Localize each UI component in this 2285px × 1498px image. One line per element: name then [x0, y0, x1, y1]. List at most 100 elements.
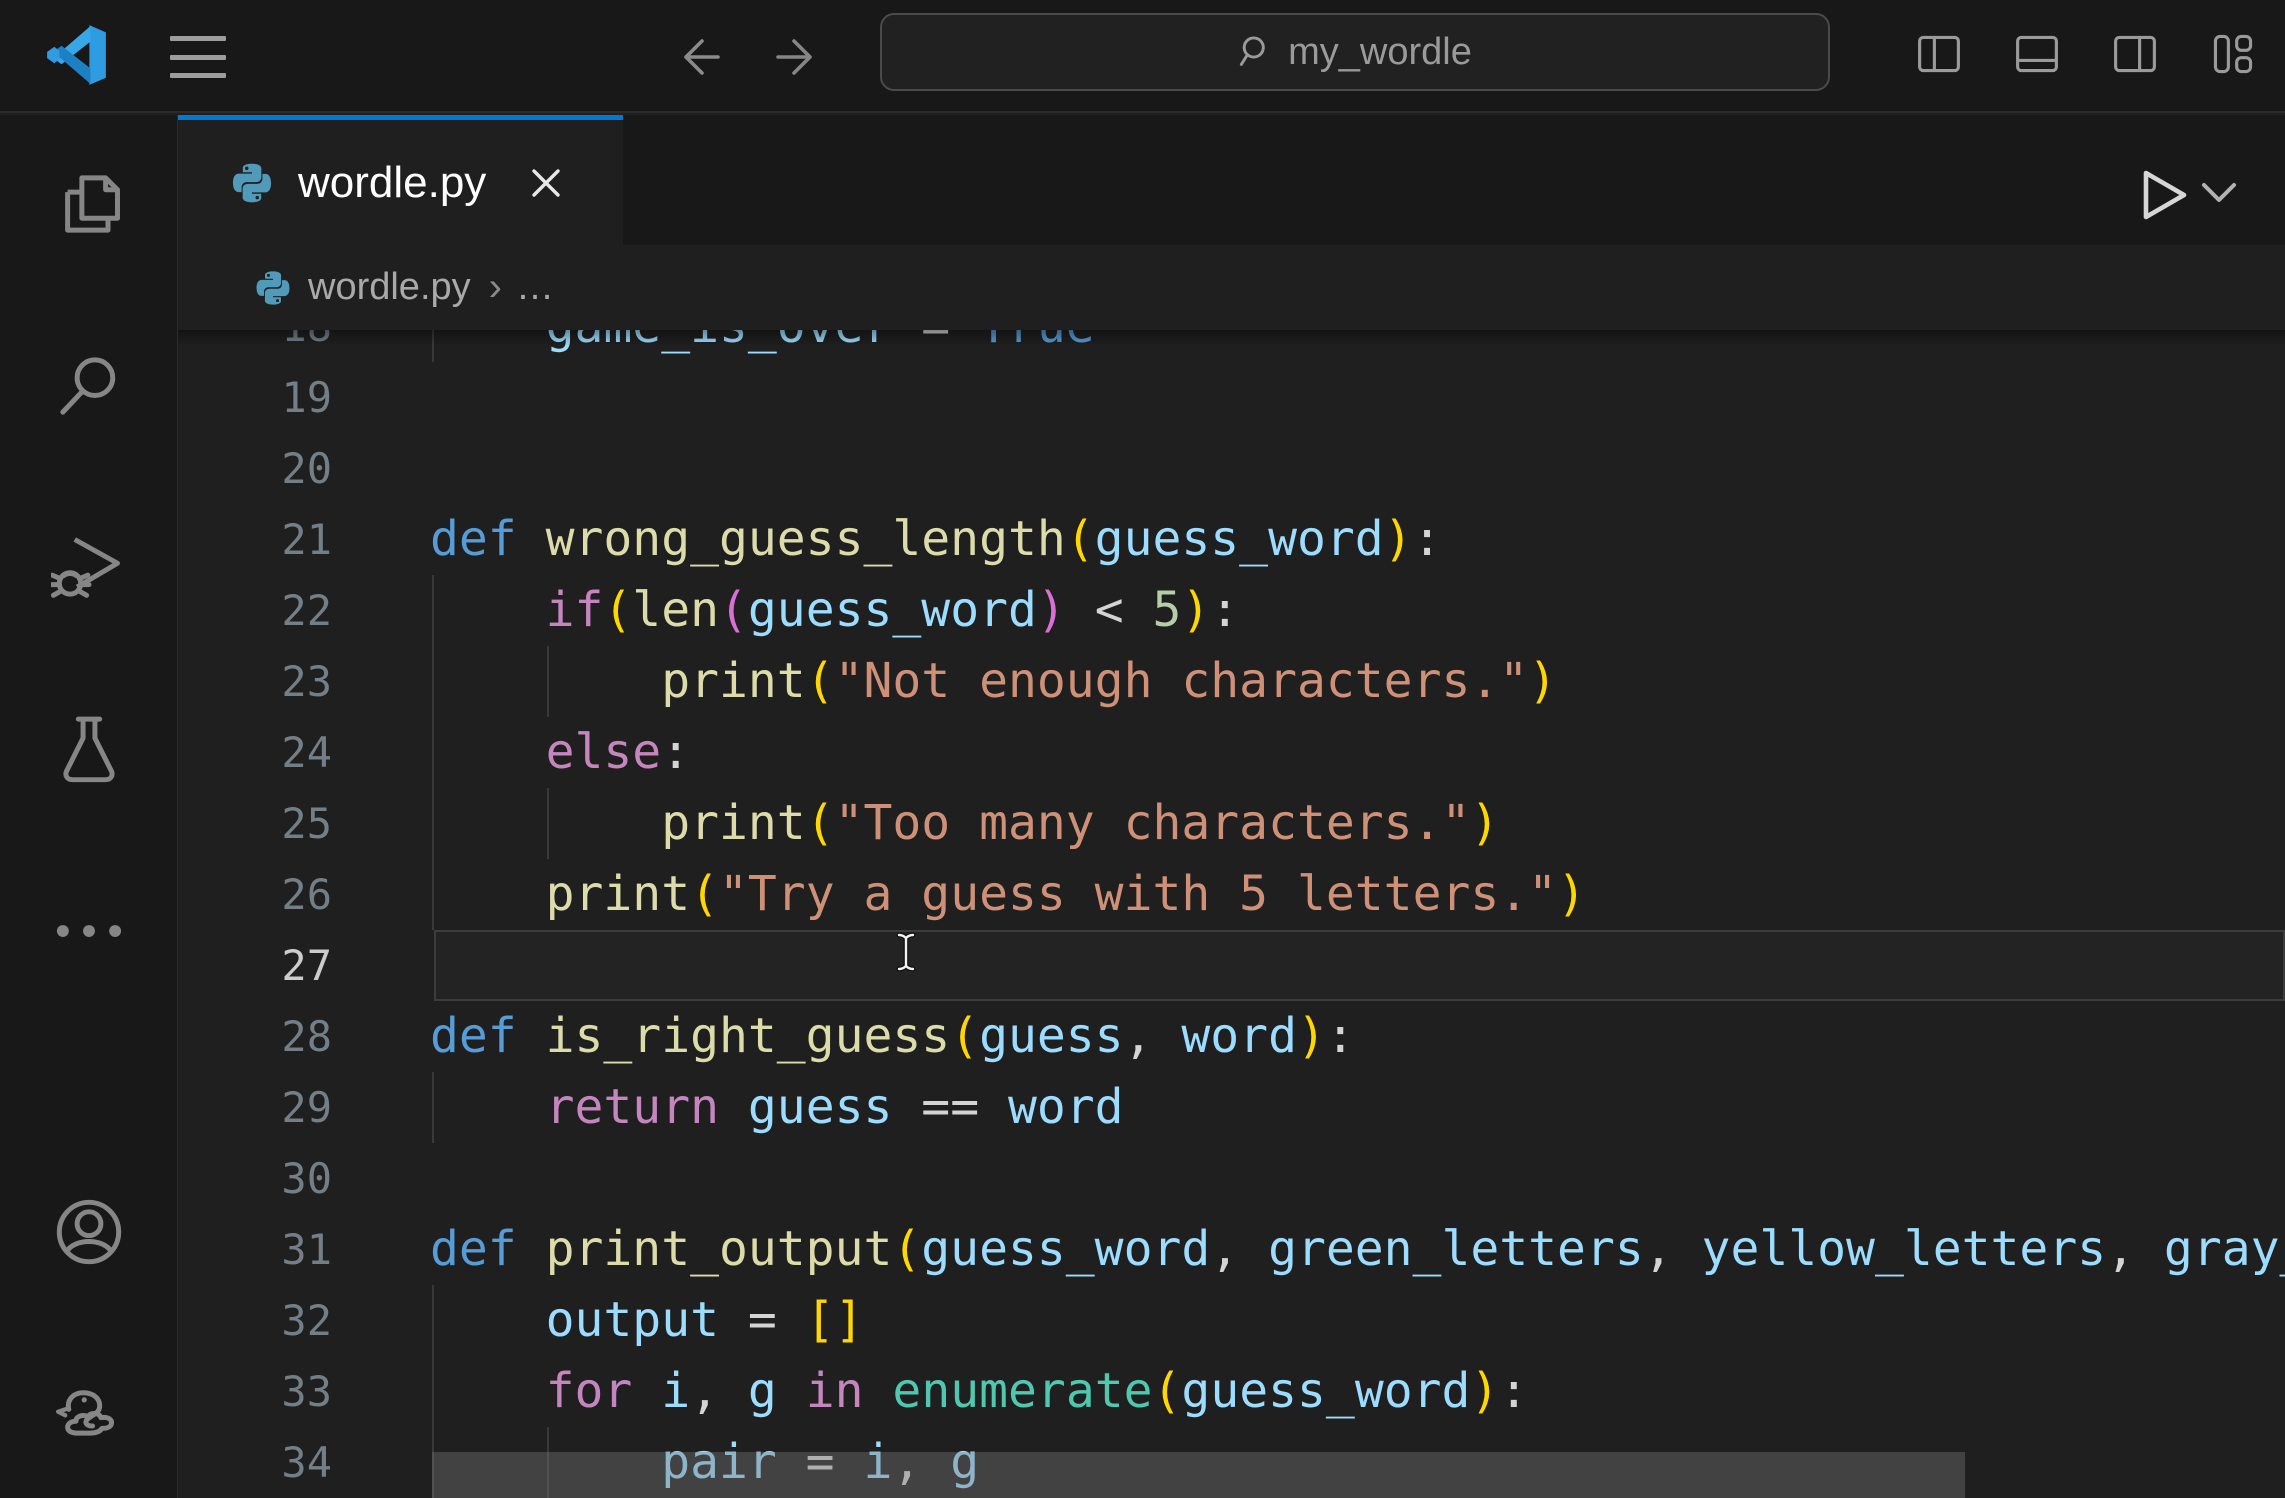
code-line[interactable]: def wrong_guess_length(guess_word):	[430, 504, 1441, 575]
python-file-icon	[230, 161, 274, 205]
toggle-secondary-sidebar-icon[interactable]	[2111, 30, 2159, 78]
token-op: =	[892, 330, 979, 354]
token-fn: print	[661, 795, 806, 851]
token-var: output	[546, 1292, 719, 1348]
line-number: 18	[178, 330, 332, 362]
token-plain	[719, 1079, 748, 1135]
search-icon[interactable]	[51, 348, 127, 424]
line-number: 19	[178, 362, 332, 433]
command-center-search[interactable]: my_wordle	[880, 13, 1830, 91]
close-tab-icon[interactable]	[526, 163, 566, 203]
editor-group: wordle.py wordle.py	[178, 115, 2285, 1498]
token-fn: print_output	[546, 1221, 893, 1277]
token-plain	[632, 1363, 661, 1419]
horizontal-scrollbar-thumb[interactable]	[432, 1452, 1965, 1498]
tab-wordle-py[interactable]: wordle.py	[178, 115, 623, 245]
toggle-sidebar-icon[interactable]	[1915, 30, 1963, 78]
token-var: guess	[979, 1008, 1124, 1064]
token-plain	[777, 1363, 806, 1419]
testing-icon[interactable]	[51, 712, 127, 788]
token-op: <	[1066, 582, 1153, 638]
code-line[interactable]: print("Too many characters.")	[430, 788, 1499, 859]
token-str: "Try a guess with 5 letters."	[719, 866, 1557, 922]
breadcrumb-symbol-more[interactable]: …	[516, 266, 558, 309]
token-op: ,	[1644, 1221, 1702, 1277]
token-op: :	[661, 724, 690, 780]
token-op: =	[719, 1292, 806, 1348]
token-b1: []	[806, 1292, 864, 1348]
token-plain	[430, 866, 546, 922]
token-op: ,	[1124, 1008, 1182, 1064]
token-var: game_is_over	[546, 330, 893, 354]
forward-arrow-icon[interactable]	[772, 33, 820, 81]
python-environments-snake-icon[interactable]	[51, 1369, 127, 1445]
menu-icon[interactable]	[170, 36, 226, 78]
token-op: :	[1210, 582, 1239, 638]
token-kw: def	[430, 511, 546, 567]
token-var: guess_word	[921, 1221, 1210, 1277]
breadcrumb: wordle.py › …	[178, 245, 2285, 330]
run-button-icon[interactable]	[2138, 167, 2190, 223]
layout-controls	[1915, 30, 2257, 78]
code-line[interactable]: print("Try a guess with 5 letters.")	[430, 859, 1586, 930]
toggle-panel-icon[interactable]	[2013, 30, 2061, 78]
line-number: 23	[178, 646, 332, 717]
vscode-window: my_wordle	[0, 0, 2285, 1498]
token-b1: )	[1470, 795, 1499, 851]
token-plain	[430, 724, 546, 780]
line-number: 28	[178, 1001, 332, 1072]
code-line[interactable]: if(len(guess_word) < 5):	[430, 575, 1239, 646]
customize-layout-icon[interactable]	[2209, 30, 2257, 78]
token-plain	[864, 1363, 893, 1419]
line-number: 20	[178, 433, 332, 504]
token-plain	[430, 1363, 546, 1419]
explorer-icon[interactable]	[51, 166, 127, 242]
token-var: word	[1008, 1079, 1124, 1135]
token-kw: def	[430, 1221, 546, 1277]
token-op: ==	[892, 1079, 1008, 1135]
code-line[interactable]: print("Not enough characters.")	[430, 646, 1557, 717]
run-options-chevron-down-icon[interactable]	[2200, 181, 2238, 205]
line-number: 26	[178, 859, 332, 930]
line-number: 32	[178, 1285, 332, 1356]
code-line[interactable]: for i, g in enumerate(guess_word):	[430, 1356, 1528, 1427]
code-line[interactable]: else:	[430, 717, 690, 788]
token-num: 5	[1153, 582, 1182, 638]
token-ctrl: return	[546, 1079, 719, 1135]
token-plain	[430, 1079, 546, 1135]
run-and-debug-icon[interactable]	[51, 530, 127, 606]
token-plain	[430, 795, 661, 851]
line-number: 21	[178, 504, 332, 575]
breadcrumb-file[interactable]: wordle.py	[308, 266, 471, 309]
line-number: 33	[178, 1356, 332, 1427]
code-line[interactable]: def is_right_guess(guess, word):	[430, 1001, 1355, 1072]
search-value: my_wordle	[1288, 31, 1472, 74]
code-line[interactable]: output = []	[430, 1285, 863, 1356]
token-fn: wrong_guess_length	[546, 511, 1066, 567]
tab-bar: wordle.py	[178, 115, 2285, 245]
token-b1: )	[1297, 1008, 1326, 1064]
more-views-icon[interactable]	[51, 893, 127, 969]
token-ctrl: for	[546, 1363, 633, 1419]
code-line[interactable]: def print_output(guess_word, green_lette…	[430, 1214, 2285, 1285]
line-number: 34	[178, 1427, 332, 1498]
python-file-icon	[254, 269, 292, 307]
token-kw: def	[430, 1008, 546, 1064]
token-b2: )	[1037, 582, 1066, 638]
title-bar: my_wordle	[0, 0, 2285, 113]
accounts-icon[interactable]	[51, 1194, 127, 1270]
code-line[interactable]: game_is_over = True	[430, 330, 1095, 362]
token-str: "Too many characters."	[835, 795, 1471, 851]
line-number: 30	[178, 1143, 332, 1214]
token-var: g	[748, 1363, 777, 1419]
code-editor[interactable]: 18 game_is_over = True 192021 def wrong_gu…	[178, 330, 2285, 1498]
token-b1: (	[1066, 511, 1095, 567]
token-plain	[430, 653, 661, 709]
token-str: "Not enough characters."	[835, 653, 1529, 709]
token-var: i	[661, 1363, 690, 1419]
token-var: guess	[748, 1079, 893, 1135]
token-b1: )	[1528, 653, 1557, 709]
back-arrow-icon[interactable]	[676, 33, 724, 81]
token-op: :	[1326, 1008, 1355, 1064]
code-line[interactable]: return guess == word	[430, 1072, 1124, 1143]
